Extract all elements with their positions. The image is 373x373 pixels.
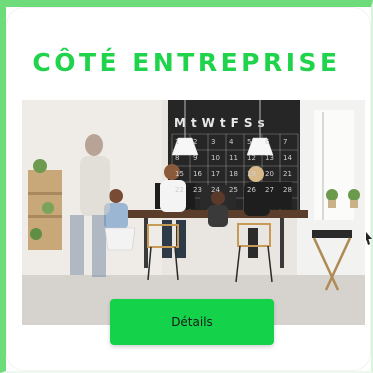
chalkboard-day-number: 19 [247, 170, 256, 178]
chalkboard-day-number: 25 [229, 186, 238, 194]
chalkboard-day-number: 18 [229, 170, 238, 178]
chalkboard-day-number: 1 [175, 138, 179, 146]
chalkboard-day-number: 4 [229, 138, 234, 146]
chalkboard-day-number: 16 [193, 170, 202, 178]
chalkboard-day-number: 2 [193, 138, 197, 146]
chalkboard-day-number: 23 [193, 186, 202, 194]
chalkboard-day-number: 21 [283, 170, 292, 178]
chalkboard-day-number: 6 [265, 138, 270, 146]
chalkboard-day-number: 8 [175, 154, 179, 162]
chalkboard-day-number: 13 [265, 154, 274, 162]
office-scene-illustration: MtWtFSs 1 2 3 4 5 6 78 9 10 11 12 13 141… [22, 100, 365, 325]
chalkboard-day-number: 28 [283, 186, 292, 194]
chalkboard-day-number: 12 [247, 154, 256, 162]
chalkboard-day-number: 24 [211, 186, 220, 194]
chalkboard-day-number: 17 [211, 170, 220, 178]
chalkboard-day-number: 15 [175, 170, 184, 178]
chalkboard-day-number: 9 [193, 154, 197, 162]
chalkboard-weekday-letters: MtWtFSs [174, 116, 270, 130]
chalkboard-day-number: 10 [211, 154, 220, 162]
chalkboard-day-number: 7 [283, 138, 287, 146]
mouse-cursor-icon [366, 232, 372, 245]
chalkboard-day-number: 14 [283, 154, 292, 162]
card-title: CÔTÉ ENTREPRISE [32, 48, 341, 77]
details-button[interactable]: Détails [110, 299, 274, 345]
chalkboard-day-number: 11 [229, 154, 238, 162]
chalkboard-day-number: 26 [247, 186, 256, 194]
chalkboard-day-number: 3 [211, 138, 215, 146]
office-photo: MtWtFSs 1 2 3 4 5 6 7 8 9 10 11 12 13 14… [22, 100, 365, 325]
chalkboard-day-number: 20 [265, 170, 274, 178]
chalkboard-day-number: 27 [265, 186, 274, 194]
chalkboard-day-number: 22 [175, 186, 184, 194]
chalkboard-day-number: 5 [247, 138, 251, 146]
